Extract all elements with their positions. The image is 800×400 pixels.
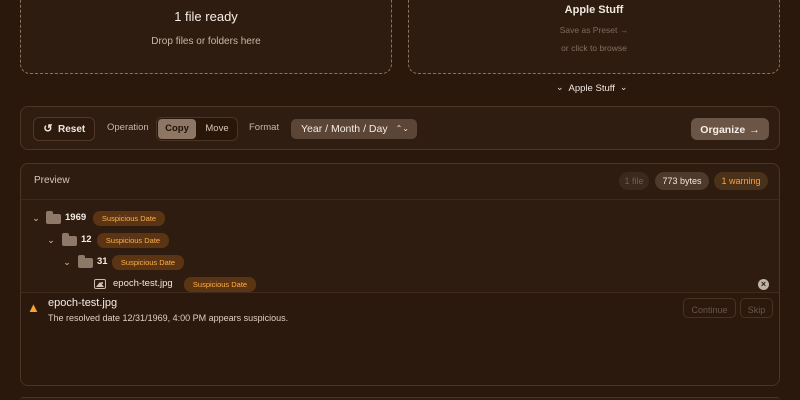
folder-name: 12 [81, 234, 92, 245]
image-icon [94, 279, 106, 289]
folder-name: 1969 [65, 212, 87, 223]
suspicious-date-badge: Suspicious Date [184, 277, 256, 292]
chevron-down-icon: ⌄ [619, 81, 628, 92]
organize-toolbar: ↺ Reset Operation Copy Move Format Year … [20, 106, 780, 150]
save-preset-link[interactable]: Save as Preset → [409, 25, 779, 35]
folder-name: 31 [97, 256, 108, 267]
suspicious-date-badge: Suspicious Date [112, 255, 184, 270]
folder-icon [78, 255, 93, 268]
format-label: Format [249, 122, 280, 133]
preview-panel: Preview 1 file 773 bytes 1 warning ⌄ 196… [20, 163, 780, 386]
file-name: epoch-test.jpg [113, 278, 173, 289]
chevron-down-icon[interactable]: ⌄ [46, 235, 56, 245]
preset-selector-label: Apple Stuff [568, 82, 615, 94]
format-select[interactable]: Year / Month / Day ⌃⌄ [291, 119, 417, 139]
tree-row-31[interactable]: ⌄ 31 Suspicious Date [21, 254, 779, 270]
reset-label: Reset [58, 124, 86, 135]
tree-row-file[interactable]: epoch-test.jpg Suspicious Date [21, 276, 779, 292]
file-count-chip: 1 file [619, 172, 649, 190]
browse-hint: or click to browse [561, 43, 627, 53]
source-status: 1 file ready [174, 9, 238, 24]
format-select-value: Year / Month / Day [301, 123, 388, 135]
operation-label: Operation [107, 122, 149, 133]
warning-count-chip: 1 warning [714, 172, 768, 190]
drop-zones: 1 file ready Drop files or folders here … [20, 0, 780, 74]
warning-file-name: epoch-test.jpg [48, 297, 118, 309]
source-drop-hint: Drop files or folders here [151, 36, 261, 47]
organize-button[interactable]: Organize → [691, 118, 769, 140]
folder-icon [46, 211, 61, 224]
preview-header: Preview 1 file 773 bytes 1 warning [21, 164, 779, 200]
reset-icon: ↺ [43, 123, 53, 135]
operation-segmented-control[interactable]: Copy Move [156, 117, 238, 141]
operation-move-option[interactable]: Move [200, 119, 234, 139]
remove-file-icon[interactable]: × [758, 279, 769, 290]
suspicious-date-badge: Suspicious Date [93, 211, 165, 226]
chevron-down-icon[interactable]: ⌄ [62, 257, 72, 267]
continue-button[interactable]: Continue [683, 298, 736, 318]
warning-details: ▲ epoch-test.jpg The resolved date 12/31… [21, 292, 779, 385]
preset-drop-zone[interactable]: Apple Stuff Save as Preset → or click to… [408, 0, 780, 74]
skip-button[interactable]: Skip [740, 298, 773, 318]
chevron-down-icon[interactable]: ⌄ [31, 213, 41, 223]
source-drop-zone[interactable]: 1 file ready Drop files or folders here [20, 0, 392, 74]
select-arrows-icon: ⌃⌄ [395, 124, 409, 133]
folder-icon [62, 233, 77, 246]
suspicious-date-badge: Suspicious Date [97, 233, 169, 248]
warning-message: The resolved date 12/31/1969, 4:00 PM ap… [48, 313, 289, 323]
organize-button-label: Organize [700, 124, 746, 136]
reset-button[interactable]: ↺ Reset [33, 117, 95, 141]
arrow-right-icon: → [749, 124, 760, 136]
warning-icon: ▲ [27, 300, 40, 315]
preset-title: Apple Stuff [564, 4, 624, 16]
operation-copy-option[interactable]: Copy [158, 119, 196, 139]
preview-title: Preview [34, 175, 70, 186]
size-chip: 773 bytes [655, 172, 709, 190]
preset-selector[interactable]: ⌄ Apple Stuff ⌄ [556, 81, 627, 95]
tree-row-12[interactable]: ⌄ 12 Suspicious Date [21, 232, 779, 248]
tree-row-1969[interactable]: ⌄ 1969 Suspicious Date [21, 210, 779, 226]
chevron-down-icon: ⌄ [556, 81, 564, 92]
